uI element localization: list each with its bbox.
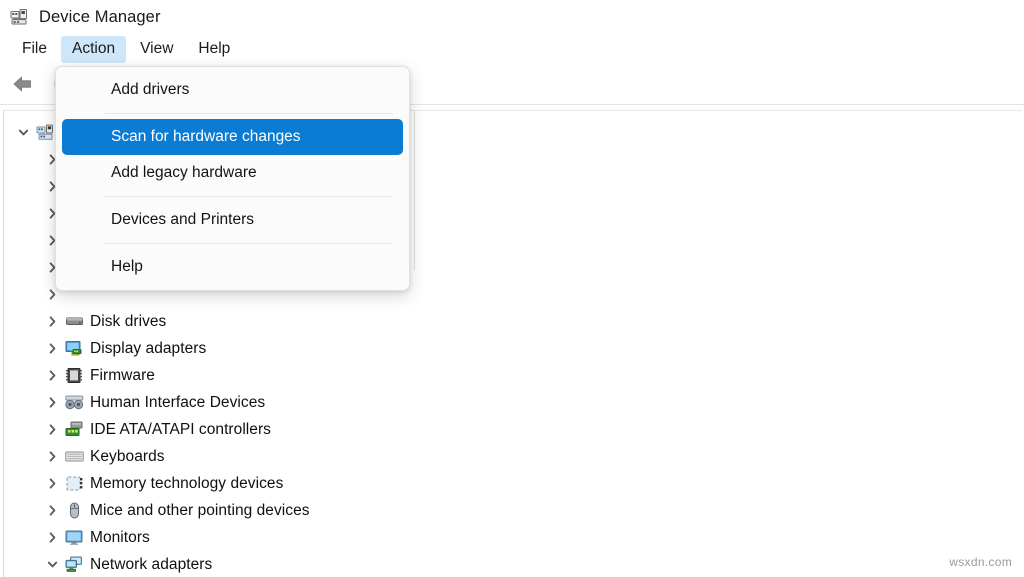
keyboard-icon [63,447,85,467]
device-manager-icon [9,7,29,27]
tree-row-label: IDE ATA/ATAPI controllers [90,420,271,438]
menu-item-help[interactable]: Help [62,249,403,285]
chevron-right-icon[interactable] [41,308,63,335]
disk-drive-icon [63,312,85,332]
chevron-right-icon[interactable] [41,497,63,524]
tree-row[interactable]: Human Interface Devices [41,389,265,416]
monitor-icon [63,528,85,548]
tree-row[interactable]: Mice and other pointing devices [41,497,310,524]
menu-item-devices-and-printers[interactable]: Devices and Printers [62,202,403,238]
chevron-down-icon[interactable] [12,119,34,146]
tree-row-label: Human Interface Devices [90,393,266,411]
chevron-right-icon[interactable] [41,470,63,497]
chevron-right-icon[interactable] [41,443,63,470]
chevron-down-icon[interactable] [41,551,63,577]
chevron-right-icon[interactable] [41,335,63,362]
tree-row-label: Display adapters [90,339,207,357]
chevron-right-icon[interactable] [41,362,63,389]
window-title: Device Manager [39,7,161,26]
tree-row[interactable]: Disk drives [41,308,166,335]
mouse-icon [63,501,85,521]
action-dropdown-menu[interactable]: Add drivers Scan for hardware changes Add … [55,66,410,291]
menu-item-add-drivers[interactable]: Add drivers [62,72,403,108]
chevron-right-icon[interactable] [41,389,63,416]
tree-row[interactable]: IDE ATA/ATAPI controllers [41,416,271,443]
hid-icon [63,393,85,413]
tree-row-label: Keyboards [90,447,165,465]
chevron-right-icon[interactable] [41,416,63,443]
menu-separator [105,243,393,244]
menu-item-add-legacy-hardware[interactable]: Add legacy hardware [62,155,403,191]
menu-separator [105,196,393,197]
watermark: wsxdn.com [949,555,1012,569]
tree-row[interactable]: Monitors [41,524,150,551]
back-arrow-icon [11,74,35,99]
title-bar: Device Manager [0,0,1024,34]
computer-icon [34,123,56,143]
tree-row[interactable]: Memory technology devices [41,470,283,497]
tree-row[interactable] [12,119,61,146]
display-adapter-icon [63,339,85,359]
tree-vertical-rule [414,110,415,270]
back-button[interactable] [6,71,40,101]
tree-row[interactable]: Network adapters [41,551,212,577]
menubar-item-view[interactable]: View [129,36,184,64]
tree-row-label: Mice and other pointing devices [90,501,310,519]
tree-row-label: Firmware [90,366,155,384]
network-adapter-icon [63,555,85,575]
firmware-chip-icon [63,366,85,386]
chevron-right-icon[interactable] [41,524,63,551]
tree-row[interactable]: Keyboards [41,443,165,470]
menubar-item-file[interactable]: File [11,36,58,64]
tree-row-label: Memory technology devices [90,474,284,492]
tree-row-label: Monitors [90,528,150,546]
tree-row[interactable]: Firmware [41,362,155,389]
ide-controller-icon [63,420,85,440]
menubar-item-action[interactable]: Action [60,35,127,64]
tree-row-label: Network adapters [90,555,213,573]
menubar-item-help[interactable]: Help [187,36,241,64]
menu-bar: File Action View Help [0,34,1024,65]
menu-item-scan-for-hardware-changes[interactable]: Scan for hardware changes [62,119,403,155]
menu-separator [105,113,393,114]
tree-row[interactable]: Display adapters [41,335,206,362]
tree-row-label: Disk drives [90,312,167,330]
memory-device-icon [63,474,85,494]
